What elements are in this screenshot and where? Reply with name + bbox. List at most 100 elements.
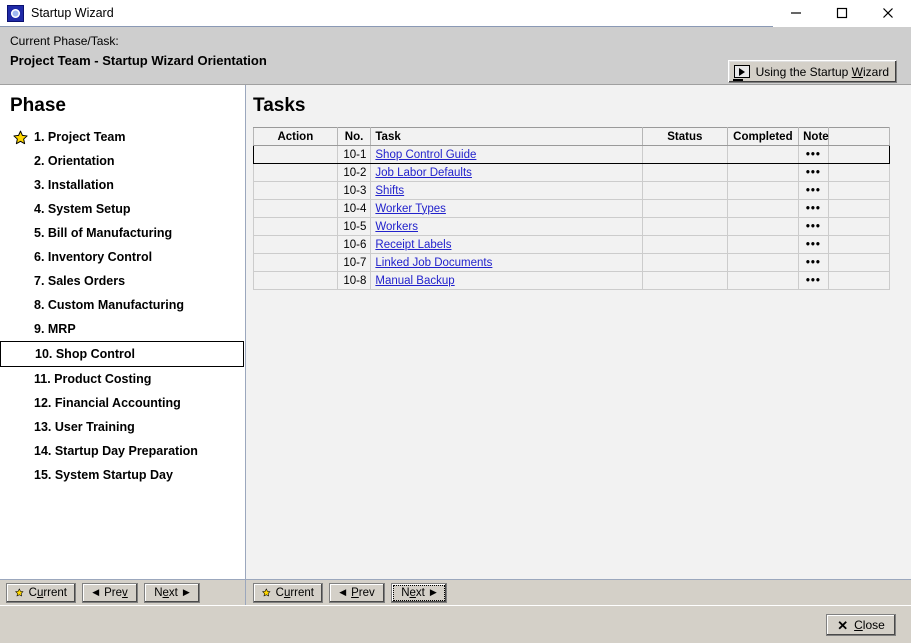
column-header-action[interactable]: Action [253, 127, 338, 146]
tasks-table-header-row: Action No. Task Status Completed Note [253, 127, 891, 146]
phase-item-4[interactable]: 4. System Setup [0, 197, 245, 221]
tasks-panel-title: Tasks [253, 95, 306, 116]
table-row[interactable]: 10-7 Linked Job Documents ••• [253, 253, 891, 272]
phase-item-7[interactable]: 7. Sales Orders [0, 269, 245, 293]
cell-completed [726, 271, 800, 290]
cell-note[interactable]: ••• [798, 181, 829, 200]
table-row[interactable]: 10-4 Worker Types ••• [253, 199, 891, 218]
cell-note[interactable]: ••• [798, 145, 829, 164]
phase-item-8[interactable]: 8. Custom Manufacturing [0, 293, 245, 317]
phase-item-9[interactable]: 9. MRP [0, 317, 245, 341]
cell-action[interactable] [253, 217, 338, 236]
table-row[interactable]: 10-2 Job Labor Defaults ••• [253, 163, 891, 182]
column-header-no-[interactable]: No. [336, 127, 372, 146]
task-link[interactable]: Linked Job Documents [375, 257, 492, 269]
task-current-button[interactable]: Current [253, 582, 323, 603]
phase-item-14[interactable]: 14. Startup Day Preparation [0, 439, 245, 463]
cell-extra [827, 271, 891, 290]
phase-item-label: 6. Inventory Control [34, 250, 153, 264]
phase-item-6[interactable]: 6. Inventory Control [0, 245, 245, 269]
cell-no: 10-8 [336, 271, 372, 290]
phase-item-5[interactable]: 5. Bill of Manufacturing [0, 221, 245, 245]
task-next-button[interactable]: Next ▶ [391, 582, 447, 603]
cell-extra [827, 217, 891, 236]
cell-note[interactable]: ••• [798, 199, 829, 218]
cell-status [641, 253, 728, 272]
cell-completed [726, 145, 800, 164]
phase-item-13[interactable]: 13. User Training [0, 415, 245, 439]
phase-item-label: 12. Financial Accounting [34, 396, 181, 410]
table-row[interactable]: 10-3 Shifts ••• [253, 181, 891, 200]
tasks-table-body: 10-1 Shop Control Guide ••• 10-2 Job Labor D… [253, 145, 891, 290]
star-icon [12, 130, 28, 144]
minimize-button[interactable] [773, 0, 819, 27]
table-row[interactable]: 10-5 Workers ••• [253, 217, 891, 236]
phase-item-12[interactable]: 12. Financial Accounting [0, 391, 245, 415]
maximize-button[interactable] [819, 0, 865, 27]
phase-item-label: 8. Custom Manufacturing [34, 298, 185, 312]
task-prev-label: Prev [351, 586, 375, 599]
phase-current-button[interactable]: Current [6, 582, 76, 603]
phase-item-11[interactable]: 11. Product Costing [0, 367, 245, 391]
cell-extra [827, 199, 891, 218]
cell-completed [726, 253, 800, 272]
task-link[interactable]: Shop Control Guide [375, 149, 476, 161]
x-icon: ✕ [837, 617, 849, 633]
cell-task: Linked Job Documents [370, 253, 643, 272]
phase-item-10[interactable]: 10. Shop Control [0, 341, 244, 367]
arrow-right-icon: ▶ [429, 587, 437, 597]
cell-status [641, 181, 728, 200]
phase-item-2[interactable]: 2. Orientation [0, 149, 245, 173]
table-row[interactable]: 10-6 Receipt Labels ••• [253, 235, 891, 254]
table-row[interactable]: 10-8 Manual Backup ••• [253, 271, 891, 290]
startup-wizard-window: Startup Wizard Current Phase/Task: Proje… [0, 0, 911, 643]
cell-task: Worker Types [370, 199, 643, 218]
phase-item-label: 11. Product Costing [34, 372, 152, 386]
task-link[interactable]: Receipt Labels [375, 239, 451, 251]
cell-action[interactable] [253, 181, 338, 200]
task-link[interactable]: Shifts [375, 185, 404, 197]
column-header-completed[interactable]: Completed [726, 127, 800, 146]
using-the-startup-wizard-button[interactable]: Using the Startup Wizard [727, 60, 897, 83]
cell-completed [726, 235, 800, 254]
phase-item-15[interactable]: 15. System Startup Day [0, 463, 245, 487]
help-button-label: Using the Startup Wizard [755, 64, 889, 79]
phase-prev-button[interactable]: ◀ Prev [82, 582, 138, 603]
cell-note[interactable]: ••• [798, 217, 829, 236]
cell-completed [726, 163, 800, 182]
task-prev-button[interactable]: ◀ Prev [329, 582, 385, 603]
task-link[interactable]: Worker Types [375, 203, 446, 215]
close-button[interactable] [865, 0, 911, 27]
cell-no: 10-3 [336, 181, 372, 200]
current-phase-value: Project Team - Startup Wizard Orientatio… [10, 53, 267, 68]
app-icon [7, 4, 24, 22]
phase-item-1[interactable]: 1. Project Team [0, 125, 245, 149]
cell-action[interactable] [253, 235, 338, 254]
column-header-extra[interactable] [827, 127, 891, 146]
cell-action[interactable] [253, 199, 338, 218]
cell-action[interactable] [253, 253, 338, 272]
cell-note[interactable]: ••• [798, 163, 829, 182]
phase-item-label: 10. Shop Control [35, 347, 135, 361]
cell-note[interactable]: ••• [798, 271, 829, 290]
phase-item-label: 1. Project Team [34, 130, 126, 144]
task-link[interactable]: Job Labor Defaults [375, 167, 472, 179]
cell-status [641, 217, 728, 236]
close-dialog-button[interactable]: ✕ Close [826, 614, 896, 636]
cell-note[interactable]: ••• [798, 253, 829, 272]
column-header-status[interactable]: Status [641, 127, 728, 146]
cell-action[interactable] [253, 145, 338, 164]
column-header-task[interactable]: Task [370, 127, 643, 146]
cell-action[interactable] [253, 163, 338, 182]
table-row[interactable]: 10-1 Shop Control Guide ••• [253, 145, 891, 164]
phase-item-3[interactable]: 3. Installation [0, 173, 245, 197]
task-next-label: Next [401, 586, 425, 599]
cell-action[interactable] [253, 271, 338, 290]
cell-completed [726, 199, 800, 218]
cell-completed [726, 217, 800, 236]
cell-note[interactable]: ••• [798, 235, 829, 254]
phase-next-button[interactable]: Next ▶ [144, 582, 200, 603]
task-link[interactable]: Manual Backup [375, 275, 454, 287]
column-header-note[interactable]: Note [798, 127, 829, 146]
task-link[interactable]: Workers [375, 221, 418, 233]
